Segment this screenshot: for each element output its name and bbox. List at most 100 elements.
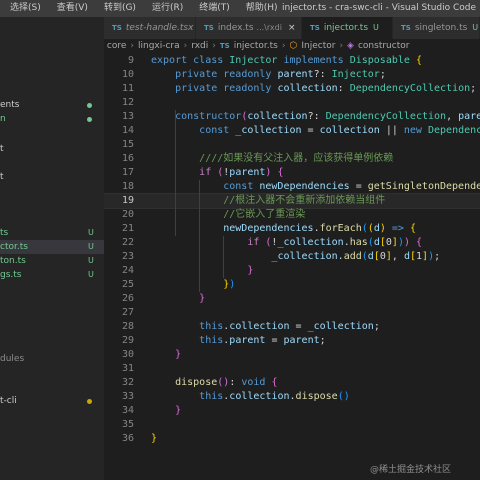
- sidebar-item-label: t: [0, 144, 4, 154]
- line-number: 14: [121, 125, 134, 136]
- typescript-file-icon: TS: [310, 24, 320, 32]
- git-status-badge: U: [373, 23, 379, 32]
- sidebar-item[interactable]: ctor.ts U: [0, 240, 104, 254]
- code-token: has: [349, 237, 368, 248]
- typescript-file-icon: TS: [401, 24, 411, 32]
- code-editor[interactable]: 9 export class Injector implements Dispos…: [104, 54, 480, 480]
- code-text: }: [151, 292, 205, 306]
- line-number: 33: [121, 391, 134, 402]
- tab-injector-ts[interactable]: TS injector.ts U: [302, 17, 393, 39]
- line-number: 19: [121, 195, 134, 206]
- line-number: 22: [121, 237, 134, 248]
- tab-index-ts[interactable]: TS index.ts ...\rxdi ×: [196, 17, 302, 39]
- sidebar-item-label: ts: [0, 228, 9, 238]
- menu-item[interactable]: 转到(G): [94, 0, 142, 17]
- sidebar-item[interactable]: t-cli: [0, 394, 104, 408]
- sidebar-item-label: t: [0, 172, 4, 182]
- tab-test-handle-tsx[interactable]: TS test-handle.tsx: [104, 17, 196, 39]
- line-number: 28: [121, 321, 134, 332]
- tab-label: test-handle.tsx: [125, 23, 194, 33]
- code-text: private readonly collection: DependencyC…: [151, 82, 476, 96]
- menu-item[interactable]: 终端(T): [189, 0, 236, 17]
- code-text: const newDependencies = getSingletonDepe…: [151, 180, 480, 194]
- code-token: =: [355, 181, 368, 192]
- code-line: 29 this.parent = parent;: [104, 334, 480, 348]
- code-token: _collection: [271, 251, 338, 262]
- sidebar-item[interactable]: dules: [0, 352, 104, 366]
- modified-dot-icon: [87, 103, 92, 108]
- sidebar-item-label: gs.ts: [0, 270, 22, 280]
- code-line: 22 if (!_collection.has(d[0])) {: [104, 236, 480, 250]
- code-token: if: [247, 237, 266, 248]
- line-number: 23: [121, 251, 134, 262]
- line-number: 18: [121, 181, 134, 192]
- code-token: ;: [319, 335, 326, 346]
- breadcrumb-item-file[interactable]: injector.ts: [234, 41, 278, 51]
- sidebar-item[interactable]: t: [0, 170, 104, 184]
- breadcrumb-item[interactable]: rxdi: [191, 41, 208, 51]
- code-line: 25 }): [104, 278, 480, 292]
- breadcrumb-item[interactable]: lingxi-cra: [138, 41, 180, 51]
- code-token: void: [241, 377, 272, 388]
- sidebar-item-label: t-cli: [0, 396, 17, 406]
- git-status-badge: U: [88, 256, 94, 265]
- code-line: 24 }: [104, 264, 480, 278]
- menu-item[interactable]: 运行(R): [142, 0, 189, 17]
- code-line: 17 if (!parent) {: [104, 166, 480, 180]
- code-line: 20 //它嵌入了重渲染: [104, 208, 480, 222]
- sidebar-item[interactable]: gs.ts U: [0, 268, 104, 282]
- sidebar-item[interactable]: n: [0, 112, 104, 126]
- line-number: 15: [121, 139, 134, 150]
- chevron-right-icon: ›: [212, 41, 216, 51]
- code-token: newDependencies: [223, 223, 314, 234]
- menu-item[interactable]: 选择(S): [0, 0, 47, 17]
- window-title: injector.ts - cra-swc-cli - Visual Studi…: [282, 3, 477, 13]
- code-token: getSingletonDependenci: [367, 181, 480, 192]
- code-token: ;: [373, 321, 380, 332]
- code-token: forEach: [319, 223, 362, 234]
- breadcrumb-item-class[interactable]: Injector: [301, 41, 335, 51]
- sidebar-item[interactable]: ts U: [0, 226, 104, 240]
- tab-label: injector.ts: [323, 23, 369, 33]
- code-token: add: [343, 251, 362, 262]
- code-line: 31: [104, 362, 480, 376]
- close-icon[interactable]: ×: [288, 23, 296, 33]
- code-line: 36}: [104, 432, 480, 446]
- tab-singleton-ts[interactable]: TS singleton.ts U: [393, 17, 480, 39]
- code-token: DependencyCollection: [349, 83, 471, 94]
- sidebar-item[interactable]: t: [0, 142, 104, 156]
- line-number: 25: [121, 279, 134, 290]
- indent-guide: [175, 110, 176, 236]
- class-symbol-icon: ⬡: [289, 41, 298, 51]
- chevron-right-icon: ›: [281, 41, 286, 51]
- code-token: ||: [385, 125, 404, 136]
- code-line: 21 newDependencies.forEach((d) => {: [104, 222, 480, 236]
- code-token: Injector: [331, 69, 380, 80]
- code-line: 12: [104, 96, 480, 110]
- sidebar-item[interactable]: ton.ts U: [0, 254, 104, 268]
- breadcrumb-item-method[interactable]: constructor: [358, 41, 409, 51]
- code-token: implements: [283, 55, 350, 66]
- code-line: 14 const _collection = collection || new…: [104, 124, 480, 138]
- code-token: {: [416, 237, 423, 248]
- line-number: 11: [121, 83, 134, 94]
- code-token: =: [271, 335, 284, 346]
- indent-guide: [199, 180, 200, 292]
- code-line: 28 this.collection = _collection;: [104, 320, 480, 334]
- code-text: }: [151, 404, 181, 418]
- line-number: 34: [121, 405, 134, 416]
- menu-item[interactable]: 帮助(H): [236, 0, 284, 17]
- menu-item[interactable]: 查看(V): [47, 0, 94, 17]
- line-number: 9: [127, 55, 134, 66]
- sidebar-item[interactable]: ents: [0, 98, 104, 112]
- git-status-badge: U: [88, 270, 94, 279]
- breadcrumb-item[interactable]: core: [107, 41, 127, 51]
- code-token: collection: [229, 321, 296, 332]
- code-token: new: [403, 125, 428, 136]
- code-token: collection: [247, 111, 308, 122]
- code-token: parent: [458, 111, 480, 122]
